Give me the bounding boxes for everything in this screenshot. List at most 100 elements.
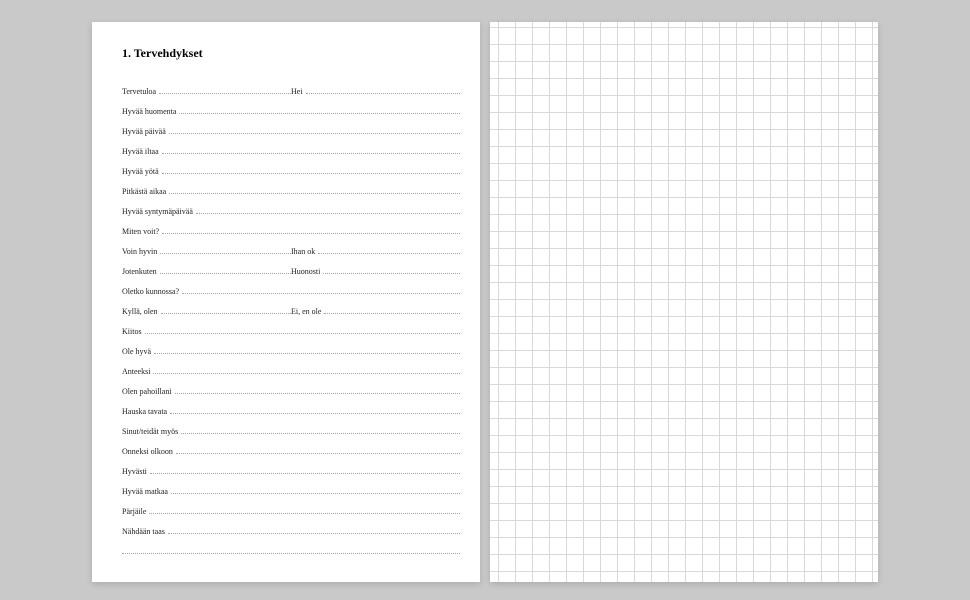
vocab-cell: Hyvää matkaa [122,487,460,497]
vocab-cell: Olen pahoillani [122,387,460,397]
fill-line [162,173,460,174]
vocab-cell: Pärjäile [122,507,460,517]
vocab-word: Voin hyvin [122,247,160,257]
fill-line [153,373,460,374]
fill-line [182,293,460,294]
vocab-cell: Onneksi olkoon [122,447,460,457]
vocab-word: Huonosti [291,267,323,277]
vocab-word: Hei [291,87,306,97]
vocab-row: Hyvää matkaa [122,477,460,497]
vocab-word: Hyvästi [122,467,150,477]
fill-line [161,313,291,314]
vocab-cell: Hyvää iltaa [122,147,460,157]
vocab-cell: Kyllä, olen [122,307,291,317]
vocab-cell: Hauska tavata [122,407,460,417]
vocab-word: Pitkästä aikaa [122,187,169,197]
vocab-row: Onneksi olkoon [122,437,460,457]
fill-line [168,533,460,534]
vocab-cell: Tervetuloa [122,87,291,97]
vocab-cell: Jotenkuten [122,267,291,277]
vocab-cell: Sinut/teidät myös [122,427,460,437]
vocab-row: Hyvää syntymäpäivää [122,197,460,217]
vocab-row: Hyvää huomenta [122,97,460,117]
vocab-word: Kyllä, olen [122,307,161,317]
vocab-row: Anteeksi [122,357,460,377]
vocab-cell: Oletko kunnossa? [122,287,460,297]
fill-line [145,333,460,334]
vocab-word: Miten voit? [122,227,162,237]
vocab-cell: Voin hyvin [122,247,291,257]
fill-line [169,133,460,134]
vocab-row: Kiitos [122,317,460,337]
vocab-cell: Ei, en ole [291,307,460,317]
fill-line [149,513,460,514]
fill-line [175,393,460,394]
fill-line [170,413,460,414]
vocab-row: Hyvästi [122,457,460,477]
vocab-row: Pitkästä aikaa [122,177,460,197]
vocab-row: Pärjäile [122,497,460,517]
vocab-word: Hyvää syntymäpäivää [122,207,196,217]
vocab-word: Hauska tavata [122,407,170,417]
fill-line [160,253,291,254]
vocab-word: Jotenkuten [122,267,160,277]
vocab-row: Tervetuloa Hei [122,77,460,97]
section-heading: 1. Tervehdykset [122,46,460,61]
left-page: 1. Tervehdykset Tervetuloa Hei Hyvää huome… [92,22,480,582]
vocab-cell: Hei [291,87,460,97]
right-page [490,22,878,582]
fill-line [196,213,460,214]
vocab-word: Tervetuloa [122,87,159,97]
vocab-cell: Hyvää yötä [122,167,460,177]
vocab-row: Jotenkuten Huonosti [122,257,460,277]
vocab-word: Ei, en ole [291,307,324,317]
fill-line [162,233,460,234]
fill-line [159,93,291,94]
fill-line [160,273,291,274]
vocab-row: Hyvää iltaa [122,137,460,157]
vocab-cell: Hyvää päivää [122,127,460,137]
fill-line [176,453,460,454]
fill-line [162,153,460,154]
vocab-word: Hyvää huomenta [122,107,179,117]
vocab-word: Ihan ok [291,247,318,257]
vocab-row: Hauska tavata [122,397,460,417]
vocab-row: Voin hyvin Ihan ok [122,237,460,257]
vocab-cell: Ihan ok [291,247,460,257]
vocab-row: Hyvää yötä [122,157,460,177]
fill-line [324,313,460,314]
fill-line [306,93,460,94]
vocab-cell: Pitkästä aikaa [122,187,460,197]
vocab-cell: Hyvästi [122,467,460,477]
vocab-row: Miten voit? [122,217,460,237]
vocab-word: Oletko kunnossa? [122,287,182,297]
vocab-word: Hyvää yötä [122,167,162,177]
vocab-word: Nähdään taas [122,527,168,537]
fill-line [150,473,460,474]
vocab-cell: Hyvää syntymäpäivää [122,207,460,217]
vocab-word: Olen pahoillani [122,387,175,397]
grid-paper [490,22,878,582]
vocabulary-rows: Tervetuloa Hei Hyvää huomenta Hyvää päivää H… [122,77,460,557]
vocab-row [122,537,460,557]
page-spread: 1. Tervehdykset Tervetuloa Hei Hyvää huome… [92,22,878,582]
fill-line [179,113,460,114]
vocab-cell: Miten voit? [122,227,460,237]
fill-line [169,193,460,194]
vocab-cell [122,553,460,557]
vocab-row: Kyllä, olen Ei, en ole [122,297,460,317]
vocab-row: Nähdään taas [122,517,460,537]
vocab-word: Hyvää matkaa [122,487,171,497]
vocab-row: Hyvää päivää [122,117,460,137]
vocab-row: Ole hyvä [122,337,460,357]
fill-line [171,493,460,494]
vocab-word: Hyvää päivää [122,127,169,137]
vocab-row: Olen pahoillani [122,377,460,397]
vocab-word: Pärjäile [122,507,149,517]
fill-line [318,253,460,254]
fill-line [154,353,460,354]
vocab-word: Ole hyvä [122,347,154,357]
vocab-cell: Ole hyvä [122,347,460,357]
vocab-cell: Anteeksi [122,367,460,377]
vocab-cell: Huonosti [291,267,460,277]
